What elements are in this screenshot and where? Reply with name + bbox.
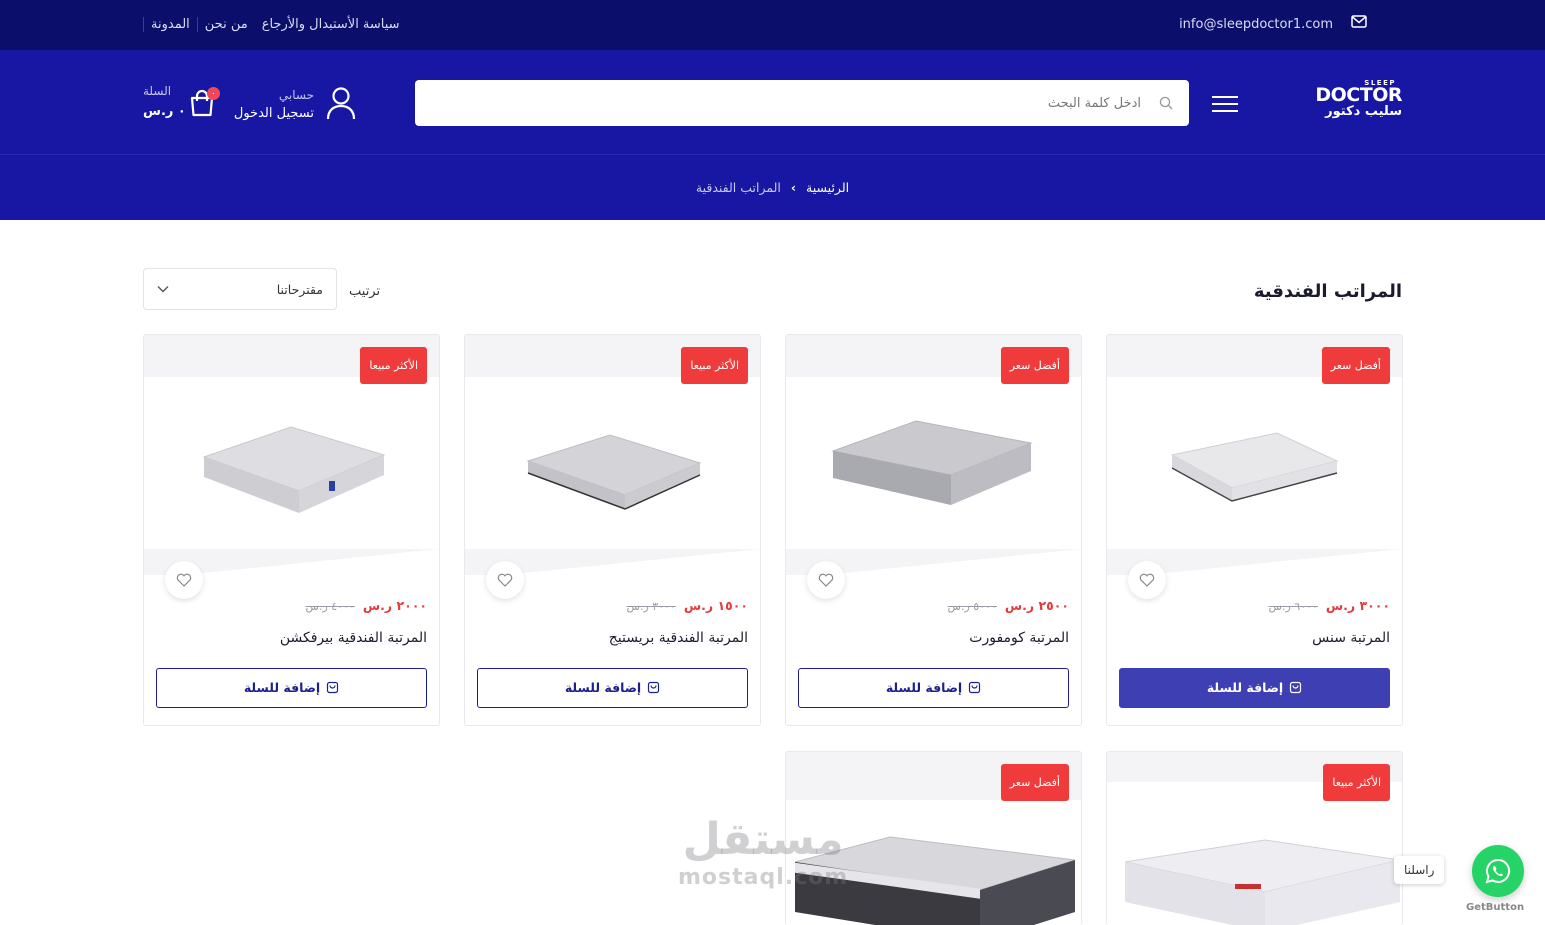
heart-icon: [818, 573, 834, 587]
mattress-image: [831, 420, 1033, 505]
product-card[interactable]: الأكثر مبيعا ٢٠٠٠ ر.س ٤٠٠٠ ر.س المرتبة ال…: [143, 334, 440, 726]
product-badge: الأكثر مبيعا: [1323, 764, 1390, 801]
search-icon[interactable]: [1159, 96, 1173, 110]
wishlist-button[interactable]: [165, 561, 203, 599]
contact-email-link[interactable]: info@sleepdoctor1.com: [1179, 17, 1333, 32]
watermark-arabic: مستقل: [682, 814, 844, 865]
whatsapp-button[interactable]: [1472, 845, 1524, 897]
cart-widget[interactable]: ٠ السلة ٠ ر.س: [143, 84, 223, 124]
whatsapp-icon: [1485, 858, 1511, 884]
current-price: ١٥٠٠ ر.س: [683, 598, 748, 613]
top-bar: info@sleepdoctor1.com المدونة من نحن سيا…: [0, 0, 1545, 50]
wishlist-button[interactable]: [807, 561, 845, 599]
logo-arabic-text: سليب دكتور: [1325, 104, 1402, 119]
menu-toggle-icon[interactable]: [1212, 96, 1238, 114]
add-to-cart-button[interactable]: إضافة للسلة: [156, 668, 427, 708]
logo-doctor-text: DOCTOR: [1315, 84, 1402, 106]
heart-icon: [497, 573, 513, 587]
current-price: ٣٠٠٠ ر.س: [1325, 598, 1390, 613]
add-to-cart-button[interactable]: إضافة للسلة: [1119, 668, 1390, 708]
wishlist-button[interactable]: [1128, 561, 1166, 599]
sort-selected-value: مقترحاتنا: [276, 282, 323, 297]
add-to-cart-button[interactable]: إضافة للسلة: [798, 668, 1069, 708]
login-link[interactable]: تسجيل الدخول: [234, 106, 314, 121]
product-price: ٣٠٠٠ ر.س ٦٠٠٠ ر.س: [1269, 598, 1390, 613]
mattress-image: [526, 434, 702, 510]
breadcrumb-home-link[interactable]: الرئيسية: [806, 180, 849, 195]
product-badge: أفضل سعر: [1321, 347, 1390, 384]
account-label: حسابي: [278, 88, 314, 102]
product-price: ٢٠٠٠ ر.س ٤٠٠٠ ر.س: [306, 598, 427, 613]
old-price: ٥٠٠٠ ر.س: [947, 600, 997, 613]
about-link[interactable]: من نحن: [196, 17, 255, 32]
cart-count-badge: ٠: [207, 87, 220, 100]
add-to-cart-label: إضافة للسلة: [885, 680, 963, 695]
product-card[interactable]: أفضل سعر ٣٠٠٠ ر.س ٦٠٠٠ ر.س المرتبة سنس إض…: [1106, 334, 1403, 726]
search-input[interactable]: [415, 80, 1155, 126]
cart-total: ٠ ر.س: [143, 104, 186, 119]
add-to-cart-label: إضافة للسلة: [564, 680, 642, 695]
heart-icon: [176, 573, 192, 587]
old-price: ٣٠٠٠ ر.س: [626, 600, 676, 613]
add-to-cart-button[interactable]: إضافة للسلة: [477, 668, 748, 708]
product-name[interactable]: المرتبة الفندقية بيرفكشن: [280, 630, 427, 646]
user-icon: [326, 87, 356, 120]
product-card[interactable]: الأكثر مبيعا: [1106, 751, 1403, 925]
add-to-cart-label: إضافة للسلة: [1206, 680, 1284, 695]
header-divider: [0, 154, 1545, 155]
current-price: ٢٥٠٠ ر.س: [1004, 598, 1069, 613]
mostaql-watermark: مستقل mostaql.com: [678, 815, 848, 891]
mattress-image: [1124, 839, 1400, 925]
blog-link[interactable]: المدونة: [143, 17, 197, 32]
product-card[interactable]: الأكثر مبيعا ١٥٠٠ ر.س ٣٠٠٠ ر.س المرتبة ال…: [464, 334, 761, 726]
cart-icon: [327, 681, 339, 694]
mattress-image: [1170, 432, 1339, 502]
product-price: ٢٥٠٠ ر.س ٥٠٠٠ ر.س: [948, 598, 1069, 613]
product-badge: الأكثر مبيعا: [681, 347, 748, 384]
cart-icon: [648, 681, 660, 694]
cart-icon: [969, 681, 981, 694]
return-policy-link[interactable]: سياسة الأستبدال والأرجاع: [255, 17, 407, 32]
whatsapp-tooltip[interactable]: راسلنا: [1394, 856, 1445, 884]
chevron-down-icon: [157, 286, 169, 293]
breadcrumb-current: المراتب الفندقية: [695, 180, 781, 195]
breadcrumb: الرئيسية › المراتب الفندقية: [0, 180, 1545, 195]
site-logo[interactable]: SLEEP DOCTOR سليب دكتور: [1315, 79, 1402, 122]
watermark-english: mostaql.com: [678, 865, 849, 890]
product-badge: أفضل سعر: [1000, 764, 1069, 801]
product-name[interactable]: المرتبة سنس: [1312, 630, 1390, 646]
account-menu[interactable]: حسابي تسجيل الدخول: [234, 86, 356, 126]
add-to-cart-label: إضافة للسلة: [243, 680, 321, 695]
sort-select[interactable]: مقترحاتنا: [143, 268, 337, 310]
getbutton-credit[interactable]: GetButton: [1466, 902, 1524, 913]
top-links: المدونة من نحن سياسة الأستبدال والأرجاع: [143, 17, 407, 32]
mail-icon: [1351, 15, 1367, 28]
old-price: ٦٠٠٠ ر.س: [1268, 600, 1318, 613]
product-name[interactable]: المرتبة الفندقية بريستيج: [609, 630, 748, 646]
mattress-image: [202, 426, 386, 513]
wishlist-button[interactable]: [486, 561, 524, 599]
search-bar: [415, 80, 1189, 126]
cart-label: السلة: [143, 84, 172, 98]
breadcrumb-separator-icon: ›: [790, 180, 797, 195]
product-price: ١٥٠٠ ر.س ٣٠٠٠ ر.س: [627, 598, 748, 613]
sort-label: ترتيب: [349, 284, 381, 299]
current-price: ٢٠٠٠ ر.س: [362, 598, 427, 613]
product-name[interactable]: المرتبة كومفورت: [969, 630, 1069, 646]
old-price: ٤٠٠٠ ر.س: [305, 600, 355, 613]
page-title: المراتب الفندقية: [1253, 281, 1402, 302]
product-card[interactable]: أفضل سعر ٢٥٠٠ ر.س ٥٠٠٠ ر.س المرتبة كومفور…: [785, 334, 1082, 726]
product-badge: أفضل سعر: [1000, 347, 1069, 384]
heart-icon: [1139, 573, 1155, 587]
product-badge: الأكثر مبيعا: [360, 347, 427, 384]
cart-icon: [1290, 681, 1302, 694]
